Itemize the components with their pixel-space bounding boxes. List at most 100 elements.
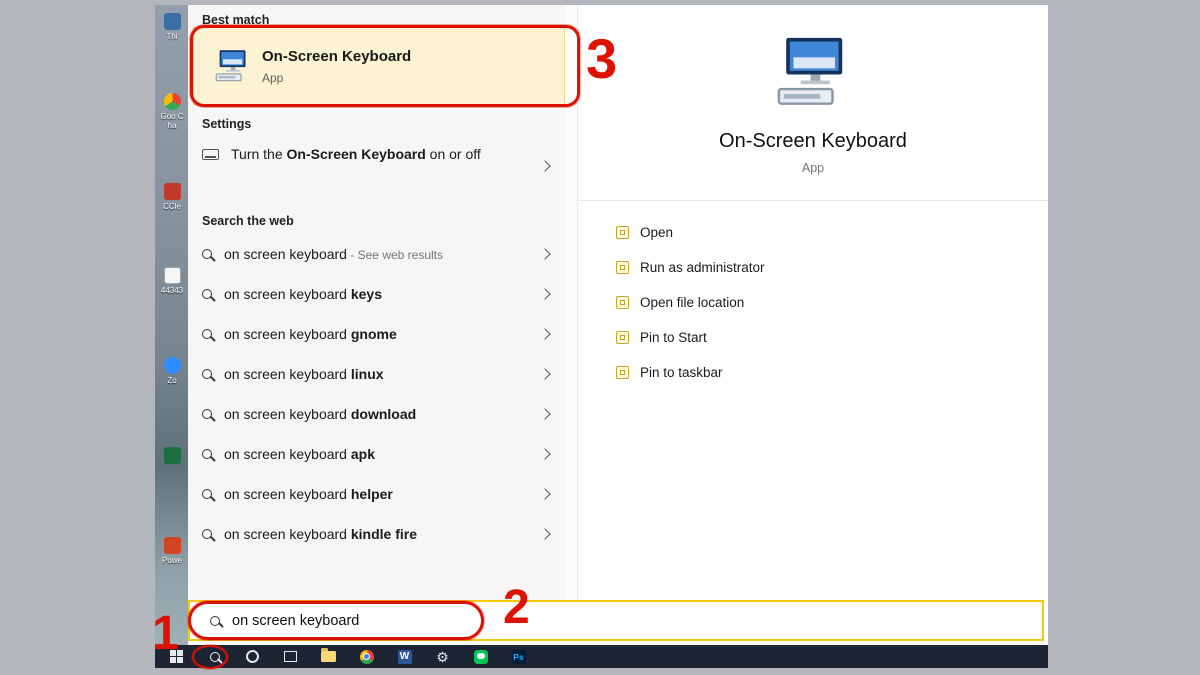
web-suggestion-label: on screen keyboard kindle fire — [224, 526, 541, 542]
search-icon — [202, 249, 212, 259]
settings-header: Settings — [188, 109, 251, 137]
chrome-icon — [164, 93, 181, 110]
search-icon — [202, 449, 212, 459]
desktop-icon-label: 44343 — [159, 286, 185, 295]
zoom-icon — [164, 357, 181, 374]
desktop-icon-label: Zo — [159, 376, 185, 385]
taskbar: W ⚙ Ps — [155, 645, 1048, 668]
photoshop-button[interactable]: Ps — [510, 648, 527, 665]
action-pin-to-start[interactable]: Pin to Start — [578, 320, 1048, 355]
cortana-button[interactable] — [244, 648, 261, 665]
web-suggestion[interactable]: on screen keyboard helper — [188, 474, 565, 514]
pin-to-start-icon — [616, 331, 629, 344]
action-open-file-location[interactable]: Open file location — [578, 285, 1048, 320]
desktop-icon-zoom[interactable]: Zo — [159, 357, 185, 385]
task-view-button[interactable] — [282, 648, 299, 665]
search-icon — [202, 329, 212, 339]
task-view-icon — [284, 651, 297, 662]
action-label: Open — [640, 225, 673, 240]
column-divider — [565, 5, 578, 600]
web-suggestion-label: on screen keyboard - See web results — [224, 246, 541, 262]
ccleaner-icon — [164, 183, 181, 200]
best-match-result[interactable]: On-Screen Keyboard App — [193, 27, 565, 105]
settings-result-label: Turn the On-Screen Keyboard on or off — [231, 144, 541, 165]
file-icon — [164, 267, 181, 284]
search-flyout: Best match On-Screen Keyboard App Settin… — [188, 5, 1048, 645]
action-open[interactable]: Open — [578, 215, 1048, 250]
line-button[interactable] — [472, 648, 489, 665]
chevron-right-icon — [539, 448, 550, 459]
web-suggestion-label: on screen keyboard linux — [224, 366, 541, 382]
chevron-right-icon — [539, 328, 550, 339]
powerpoint-icon — [164, 537, 181, 554]
desktop-icon-powerpoint[interactable]: Powe — [159, 537, 185, 565]
on-screen-keyboard-icon — [214, 48, 250, 84]
web-suggestion[interactable]: on screen keyboard - See web results — [188, 234, 565, 274]
web-suggestion[interactable]: on screen keyboard download — [188, 394, 565, 434]
chevron-right-icon — [539, 528, 550, 539]
run-as-admin-icon — [616, 261, 629, 274]
action-label: Pin to taskbar — [640, 365, 723, 380]
desktop-icon-file[interactable]: 44343 — [159, 267, 185, 295]
chevron-right-icon — [539, 368, 550, 379]
action-run-as-administrator[interactable]: Run as administrator — [578, 250, 1048, 285]
desktop-wallpaper: Thi Goo Cha CCle 44343 Zo Powe — [155, 5, 188, 645]
open-file-location-icon — [616, 296, 629, 309]
search-results-column: Best match On-Screen Keyboard App Settin… — [188, 5, 565, 600]
settings-result[interactable]: Turn the On-Screen Keyboard on or off — [188, 138, 565, 176]
web-suggestion-label: on screen keyboard keys — [224, 286, 541, 302]
settings-button[interactable]: ⚙ — [434, 648, 451, 665]
gear-icon: ⚙ — [436, 650, 449, 664]
excel-icon — [164, 447, 181, 464]
desktop-icon-excel[interactable] — [159, 447, 185, 466]
line-icon — [474, 650, 488, 664]
on-screen-keyboard-icon-large — [774, 33, 852, 111]
word-button[interactable]: W — [396, 648, 413, 665]
chevron-right-icon — [539, 248, 550, 259]
web-suggestion-label: on screen keyboard gnome — [224, 326, 541, 342]
detail-subtitle: App — [578, 161, 1048, 175]
taskbar-search-button[interactable] — [206, 648, 223, 665]
folder-icon — [321, 651, 336, 662]
open-icon — [616, 226, 629, 239]
word-icon: W — [398, 650, 412, 664]
web-suggestion[interactable]: on screen keyboard apk — [188, 434, 565, 474]
web-suggestion-label: on screen keyboard apk — [224, 446, 541, 462]
search-bar — [188, 600, 1044, 641]
web-suggestion-label: on screen keyboard download — [224, 406, 541, 422]
windows-logo-icon — [170, 650, 183, 663]
chrome-button[interactable] — [358, 648, 375, 665]
action-pin-to-taskbar[interactable]: Pin to taskbar — [578, 355, 1048, 390]
search-icon — [202, 529, 212, 539]
search-icon — [202, 289, 212, 299]
web-suggestion[interactable]: on screen keyboard kindle fire — [188, 514, 565, 554]
search-icon — [202, 369, 212, 379]
web-suggestion[interactable]: on screen keyboard linux — [188, 354, 565, 394]
best-match-title: On-Screen Keyboard — [262, 48, 411, 65]
file-explorer-button[interactable] — [320, 648, 337, 665]
start-button[interactable] — [168, 648, 185, 665]
search-icon — [202, 409, 212, 419]
chevron-right-icon — [539, 408, 550, 419]
web-suggestions-list: on screen keyboard - See web results on … — [188, 234, 565, 554]
desktop-icon-chrome[interactable]: Goo Cha — [159, 93, 185, 130]
chevron-right-icon — [539, 288, 550, 299]
best-match-subtitle: App — [262, 71, 411, 85]
web-suggestion[interactable]: on screen keyboard gnome — [188, 314, 565, 354]
desktop-icon-this-pc[interactable]: Thi — [159, 13, 185, 41]
chevron-right-icon — [539, 488, 550, 499]
search-the-web-header: Search the web — [188, 206, 294, 234]
photoshop-icon: Ps — [512, 650, 526, 664]
desktop-icon-ccleaner[interactable]: CCle — [159, 183, 185, 211]
search-icon — [210, 616, 220, 626]
web-suggestion[interactable]: on screen keyboard keys — [188, 274, 565, 314]
detail-header: On-Screen Keyboard App — [578, 5, 1048, 201]
desktop-icon-label: CCle — [159, 202, 185, 211]
this-pc-icon — [164, 13, 181, 30]
cortana-icon — [246, 650, 259, 663]
detail-panel: On-Screen Keyboard App Open Run as admin… — [578, 5, 1048, 600]
search-input[interactable] — [232, 613, 532, 629]
detail-title: On-Screen Keyboard — [578, 130, 1048, 153]
chevron-right-icon — [539, 160, 550, 171]
chrome-icon — [360, 650, 374, 664]
